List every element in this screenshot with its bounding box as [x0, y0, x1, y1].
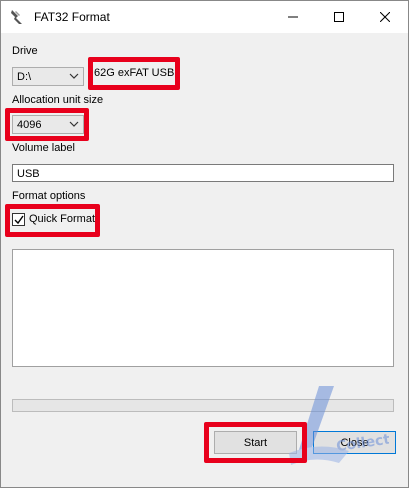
window-title: FAT32 Format	[34, 10, 110, 24]
close-icon	[380, 12, 390, 22]
maximize-icon	[334, 12, 344, 22]
drive-select[interactable]: D:\	[12, 67, 84, 86]
status-log[interactable]	[12, 249, 394, 367]
format-options-label: Format options	[12, 190, 86, 202]
drive-selected-value: D:\	[17, 71, 32, 83]
volume-label: Volume label	[12, 142, 75, 154]
minimize-button[interactable]	[270, 1, 316, 33]
chevron-down-icon	[69, 73, 79, 79]
app-icon	[11, 10, 22, 24]
allocation-label: Allocation unit size	[12, 94, 104, 106]
volume-label-field[interactable]: USB	[12, 164, 394, 182]
highlight-drive-info	[88, 57, 180, 90]
volume-label-value: USB	[17, 168, 40, 180]
title-bar[interactable]: FAT32 Format	[1, 1, 408, 33]
format-window: FAT32 Format Drive D:\ 62G exFAT USB All…	[0, 0, 409, 488]
minimize-icon	[288, 16, 298, 18]
maximize-button[interactable]	[316, 1, 362, 33]
drive-label: Drive	[12, 45, 38, 57]
highlight-allocation	[5, 108, 89, 141]
highlight-start-button	[204, 422, 307, 463]
svg-text:Collect: Collect	[335, 432, 389, 455]
close-window-button[interactable]	[362, 1, 408, 33]
highlight-quick-format	[5, 204, 100, 237]
